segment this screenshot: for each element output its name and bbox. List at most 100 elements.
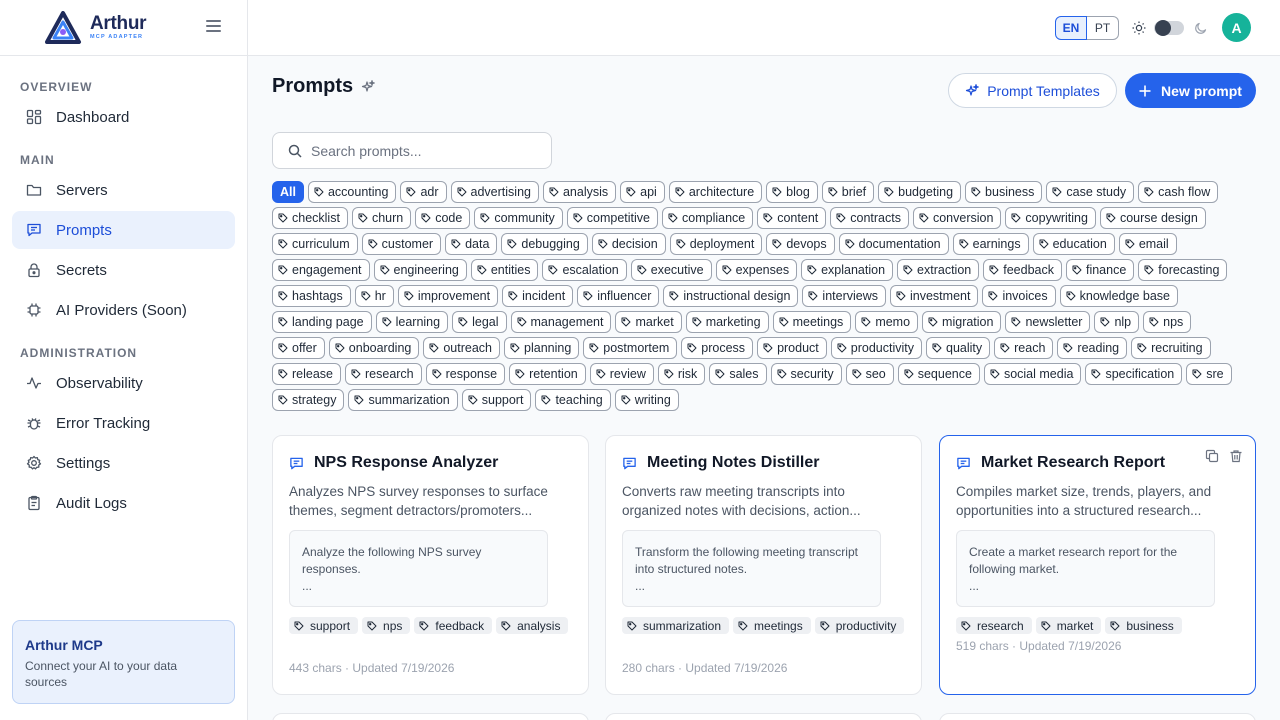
tag-filter[interactable]: documentation (838, 233, 949, 255)
tag-filter[interactable]: writing (614, 389, 679, 411)
tag-filter[interactable]: executive (630, 259, 712, 281)
prompt-card[interactable] (605, 713, 922, 720)
tag-filter[interactable]: invoices (982, 285, 1056, 307)
tag-filter[interactable]: adr (400, 181, 447, 203)
tag-filter[interactable]: customer (361, 233, 442, 255)
tag-filter[interactable]: blog (766, 181, 818, 203)
sidebar-item-prompts[interactable]: Prompts (12, 211, 235, 249)
tag-filter[interactable]: conversion (912, 207, 1002, 229)
tag-filter[interactable]: memo (855, 311, 919, 333)
tag-filter[interactable]: hr (354, 285, 394, 307)
tag-filter[interactable]: forecasting (1138, 259, 1228, 281)
tag-filter[interactable]: interviews (802, 285, 886, 307)
tag-filter[interactable]: management (510, 311, 612, 333)
tag-filter[interactable]: outreach (423, 337, 501, 359)
tag-filter[interactable]: onboarding (328, 337, 420, 359)
tag-filter[interactable]: compliance (662, 207, 754, 229)
menu-toggle-icon[interactable] (206, 20, 221, 32)
tag-filter[interactable]: nps (1143, 311, 1192, 333)
tag-filter[interactable]: knowledge base (1059, 285, 1178, 307)
sidebar-item-servers[interactable]: Servers (12, 171, 235, 209)
tag-filter[interactable]: process (681, 337, 754, 359)
tag-filter[interactable]: explanation (801, 259, 894, 281)
tag-filter[interactable]: product (757, 337, 827, 359)
tag-filter[interactable]: incident (502, 285, 574, 307)
theme-toggle[interactable] (1154, 20, 1184, 36)
tag-filter[interactable]: community (474, 207, 563, 229)
sidebar-item-secrets[interactable]: Secrets (12, 251, 235, 289)
tag-filter[interactable]: newsletter (1005, 311, 1091, 333)
tag-filter[interactable]: copywriting (1005, 207, 1096, 229)
tag-filter[interactable]: expenses (715, 259, 798, 281)
tag-filter[interactable]: checklist (272, 207, 348, 229)
tag-filter[interactable]: planning (504, 337, 580, 359)
tag-filter[interactable]: feedback (983, 259, 1062, 281)
tag-filter[interactable]: decision (591, 233, 666, 255)
tag-filter[interactable]: engineering (373, 259, 467, 281)
tag-filter[interactable]: cash flow (1138, 181, 1219, 203)
tag-filter[interactable]: productivity (830, 337, 922, 359)
tag-filter[interactable]: nlp (1094, 311, 1140, 333)
tag-filter[interactable]: deployment (669, 233, 763, 255)
tag-filter[interactable]: budgeting (878, 181, 962, 203)
tag-filter[interactable]: seo (845, 363, 894, 385)
tag-filter[interactable]: market (615, 311, 682, 333)
tag-filter[interactable]: engagement (272, 259, 370, 281)
tag-filter[interactable]: analysis (542, 181, 617, 203)
tag-filter[interactable]: entities (470, 259, 539, 281)
tag-filter[interactable]: advertising (450, 181, 539, 203)
tag-filter[interactable]: competitive (566, 207, 658, 229)
tag-filter[interactable]: retention (509, 363, 586, 385)
tag-filter[interactable]: response (425, 363, 506, 385)
tag-filter[interactable]: social media (983, 363, 1082, 385)
sparkle-icon[interactable] (361, 80, 375, 94)
tag-filter[interactable]: hashtags (272, 285, 351, 307)
tag-filter[interactable]: security (770, 363, 842, 385)
tag-filter[interactable]: architecture (668, 181, 763, 203)
tag-filter[interactable]: landing page (272, 311, 372, 333)
tag-filter[interactable]: reach (994, 337, 1054, 359)
tag-filter[interactable]: risk (657, 363, 706, 385)
tag-filter[interactable]: sales (709, 363, 767, 385)
prompt-card[interactable]: Meeting Notes Distiller Converts raw mee… (605, 435, 922, 695)
tag-filter[interactable]: legal (452, 311, 507, 333)
prompt-card[interactable] (939, 713, 1256, 720)
tag-filter[interactable]: reading (1057, 337, 1128, 359)
trash-icon[interactable] (1229, 449, 1243, 463)
tag-filter[interactable]: code (415, 207, 471, 229)
copy-icon[interactable] (1205, 449, 1219, 463)
tag-filter[interactable]: email (1118, 233, 1177, 255)
sidebar-item-settings[interactable]: Settings (12, 444, 235, 482)
tag-filter[interactable]: extraction (897, 259, 980, 281)
tag-filter[interactable]: data (445, 233, 498, 255)
tag-filter[interactable]: curriculum (272, 233, 358, 255)
lang-pt-button[interactable]: PT (1087, 16, 1119, 40)
tag-filter[interactable]: learning (375, 311, 449, 333)
tag-filter[interactable]: finance (1065, 259, 1135, 281)
tag-filter[interactable]: meetings (772, 311, 852, 333)
tag-filter[interactable]: churn (351, 207, 412, 229)
tag-filter[interactable]: migration (922, 311, 1002, 333)
tag-filter[interactable]: business (965, 181, 1043, 203)
tag-filter[interactable]: offer (272, 337, 325, 359)
tag-filter[interactable]: sre (1186, 363, 1232, 385)
tag-filter[interactable]: marketing (685, 311, 769, 333)
tag-filter[interactable]: recruiting (1131, 337, 1211, 359)
tag-filter[interactable]: specification (1085, 363, 1183, 385)
tag-filter[interactable]: strategy (272, 389, 345, 411)
tag-filter[interactable]: devops (766, 233, 835, 255)
avatar[interactable]: A (1222, 13, 1251, 42)
tag-filter[interactable]: quality (926, 337, 991, 359)
tag-filter[interactable]: release (272, 363, 341, 385)
sidebar-item-error-tracking[interactable]: Error Tracking (12, 404, 235, 442)
tag-filter[interactable]: summarization (348, 389, 458, 411)
tag-filter[interactable]: content (757, 207, 827, 229)
tag-filter[interactable]: debugging (501, 233, 588, 255)
search-input[interactable] (311, 142, 531, 159)
prompt-card[interactable]: Market Research Report Compiles market s… (939, 435, 1256, 695)
tag-filter[interactable]: postmortem (583, 337, 678, 359)
tag-filter[interactable]: brief (821, 181, 875, 203)
tag-filter[interactable]: contracts (830, 207, 909, 229)
tag-filter[interactable]: review (589, 363, 654, 385)
sidebar-item-dashboard[interactable]: Dashboard (12, 98, 235, 136)
